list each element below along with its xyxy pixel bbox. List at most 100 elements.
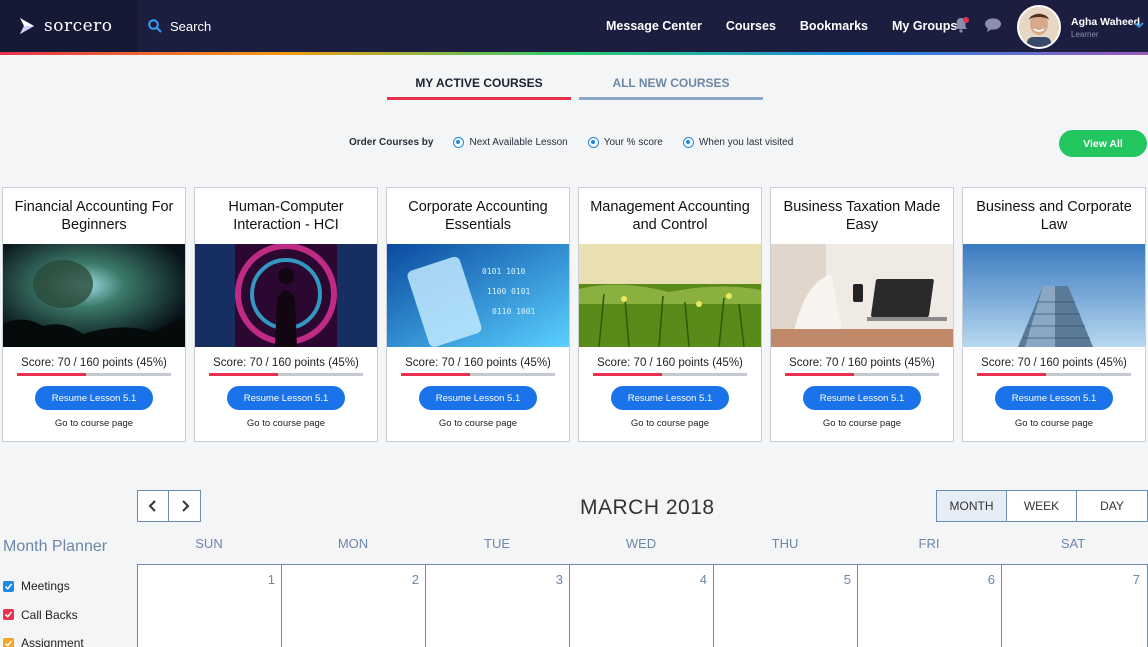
radio-icon[interactable] [587, 137, 599, 148]
notification-bell-icon[interactable] [952, 16, 970, 34]
course-score: Score: 70 / 160 points (45%) [597, 357, 743, 369]
order-option-last-visited[interactable]: When you last visited [682, 137, 793, 148]
calendar-day-cell[interactable]: 6 [858, 565, 1002, 647]
course-page-link[interactable]: Go to course page [195, 418, 377, 429]
calendar-month-title: MARCH 2018 [580, 496, 715, 519]
resume-lesson-button[interactable]: Resume Lesson 5.1 [227, 386, 345, 410]
tab-all-new-courses[interactable]: ALL NEW COURSES [579, 76, 763, 100]
checkbox-checked-icon[interactable] [3, 637, 14, 647]
weekday-label: SAT [1060, 536, 1086, 551]
weekday-header: SUN MON TUE WED THU FRI SAT [137, 536, 1145, 551]
course-card: Business and Corporate Law Score: 70 / 1… [962, 187, 1146, 442]
calendar-day-cell[interactable]: 3 [426, 565, 570, 647]
nav-bookmarks[interactable]: Bookmarks [800, 19, 868, 33]
checkbox-checked-icon[interactable] [3, 609, 14, 621]
resume-lesson-button[interactable]: Resume Lesson 5.1 [35, 386, 153, 410]
course-image-phone-data[interactable]: 0101 1010 1100 0101 0110 1001 [387, 244, 569, 347]
checkbox-checked-icon[interactable] [3, 580, 14, 592]
legend-meetings[interactable]: Meetings [3, 572, 84, 601]
progress-bar [401, 373, 555, 376]
chevron-right-icon [181, 500, 189, 512]
resume-lesson-button[interactable]: Resume Lesson 5.1 [995, 386, 1113, 410]
progress-fill [17, 373, 87, 376]
course-title[interactable]: Management Accounting and Control [579, 188, 761, 244]
progress-fill [977, 373, 1047, 376]
progress-bar [593, 373, 747, 376]
weekday-label: WED [625, 536, 657, 551]
radio-label: Next Available Lesson [469, 137, 568, 148]
calendar-day-cell[interactable]: 2 [282, 565, 426, 647]
course-score: Score: 70 / 160 points (45%) [213, 357, 359, 369]
course-card: Management Accounting and Control Score:… [578, 187, 762, 442]
course-score: Score: 70 / 160 points (45%) [789, 357, 935, 369]
weekday-label: FRI [918, 536, 940, 551]
course-title[interactable]: Business Taxation Made Easy [771, 188, 953, 244]
calendar-day-cell[interactable]: 7 [1002, 565, 1146, 647]
chevron-left-icon [148, 500, 156, 512]
course-page-link[interactable]: Go to course page [579, 418, 761, 429]
course-card: Human-Computer Interaction - HCI Score: … [194, 187, 378, 442]
previous-month-button[interactable] [137, 490, 169, 522]
user-role: Learner [1071, 29, 1099, 39]
calendar-day-cell[interactable]: 5 [714, 565, 858, 647]
course-score: Score: 70 / 160 points (45%) [21, 357, 167, 369]
chat-bubble-icon[interactable] [984, 17, 1002, 33]
order-option-next-lesson[interactable]: Next Available Lesson [453, 137, 568, 148]
calendar-view-switch: MONTH WEEK DAY [936, 490, 1148, 522]
avatar [1017, 5, 1061, 49]
next-month-button[interactable] [169, 490, 201, 522]
course-image-skyscraper[interactable] [963, 244, 1145, 347]
course-page-link[interactable]: Go to course page [771, 418, 953, 429]
weekday-label: SUN [195, 536, 223, 551]
order-courses-control: Order Courses by Next Available Lesson Y… [349, 137, 813, 148]
svg-text:1100 0101: 1100 0101 [487, 287, 531, 296]
course-image-meadow[interactable] [579, 244, 761, 347]
legend-label: Call Backs [21, 607, 78, 622]
view-all-button[interactable]: View All [1059, 130, 1147, 157]
radio-icon[interactable] [682, 137, 694, 148]
view-week-button[interactable]: WEEK [1007, 491, 1077, 521]
course-page-link[interactable]: Go to course page [387, 418, 569, 429]
course-page-link[interactable]: Go to course page [963, 418, 1145, 429]
resume-lesson-button[interactable]: Resume Lesson 5.1 [803, 386, 921, 410]
legend-assignment[interactable]: Assignment [3, 629, 84, 647]
nav-message-center[interactable]: Message Center [606, 19, 702, 33]
weekday-label: THU [771, 536, 799, 551]
radio-icon[interactable] [453, 137, 465, 148]
tab-my-active-courses[interactable]: MY ACTIVE COURSES [387, 76, 571, 100]
order-label: Order Courses by [349, 137, 434, 148]
legend-call-backs[interactable]: Call Backs [3, 601, 84, 630]
calendar-day-cell[interactable]: 1 [138, 565, 282, 647]
course-title[interactable]: Financial Accounting For Beginners [3, 188, 185, 244]
view-month-button[interactable]: MONTH [937, 491, 1007, 521]
course-title[interactable]: Human-Computer Interaction - HCI [195, 188, 377, 244]
search-button[interactable]: Search [148, 19, 211, 34]
resume-lesson-button[interactable]: Resume Lesson 5.1 [611, 386, 729, 410]
course-image-tech-figure[interactable] [195, 244, 377, 347]
nav-my-groups[interactable]: My Groups [892, 19, 957, 33]
course-page-link[interactable]: Go to course page [3, 418, 185, 429]
view-day-button[interactable]: DAY [1077, 491, 1147, 521]
order-option-score[interactable]: Your % score [587, 137, 663, 148]
month-planner-title: Month Planner [3, 538, 108, 555]
chevron-down-icon[interactable] [1134, 21, 1144, 29]
sorcero-logo-icon [20, 18, 34, 34]
progress-fill [401, 373, 471, 376]
progress-bar [17, 373, 171, 376]
course-title[interactable]: Corporate Accounting Essentials [387, 188, 569, 244]
brand-logo[interactable]: sorcero [0, 0, 138, 52]
course-card: Financial Accounting For Beginners Score… [2, 187, 186, 442]
resume-lesson-button[interactable]: Resume Lesson 5.1 [419, 386, 537, 410]
planner-legend: Meetings Call Backs Assignment [3, 572, 84, 647]
course-image-laptop-desk[interactable] [771, 244, 953, 347]
calendar-navigation [137, 490, 201, 522]
progress-fill [593, 373, 663, 376]
top-navigation-bar: sorcero Search Message Center Courses Bo… [0, 0, 1148, 52]
course-title[interactable]: Business and Corporate Law [963, 188, 1145, 244]
accent-gradient-divider [0, 52, 1148, 55]
radio-label: Your % score [603, 137, 663, 148]
user-profile-menu[interactable]: Agha Waheed Learner [1017, 5, 1144, 49]
nav-courses[interactable]: Courses [726, 19, 776, 33]
course-image-galaxy[interactable] [3, 244, 185, 347]
calendar-day-cell[interactable]: 4 [570, 565, 714, 647]
